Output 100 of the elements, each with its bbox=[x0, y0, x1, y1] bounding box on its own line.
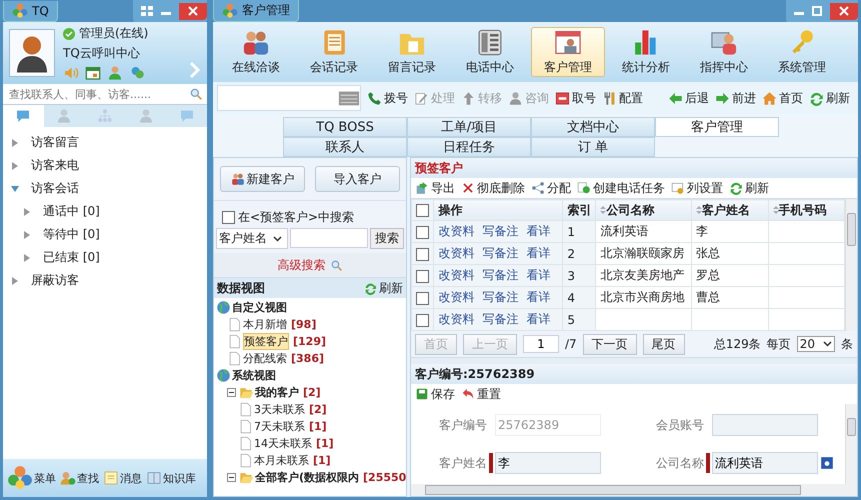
toolbar-button[interactable]: 导出 bbox=[415, 180, 455, 196]
right-triangle-icon[interactable] bbox=[11, 162, 19, 170]
pager-button[interactable]: 下一页 bbox=[582, 334, 637, 354]
page-field[interactable]: 1 bbox=[523, 335, 559, 353]
toolbar-button[interactable]: 刷新 bbox=[809, 90, 850, 106]
toolbar-button[interactable]: 彻底删除 bbox=[461, 180, 525, 196]
checkbox[interactable] bbox=[416, 314, 429, 327]
column-header[interactable]: 索引 bbox=[562, 200, 596, 220]
view-item[interactable]: 自定义视图 bbox=[232, 300, 287, 315]
minus-box-icon[interactable] bbox=[227, 388, 236, 397]
side-button[interactable]: 新建客户 bbox=[220, 166, 305, 192]
module-nav-button[interactable]: 留言记录 bbox=[375, 27, 449, 77]
advanced-search-link[interactable]: 高级搜索 bbox=[278, 256, 326, 274]
field-select[interactable]: 客户姓名 bbox=[216, 228, 288, 249]
panel-tab[interactable] bbox=[3, 105, 44, 127]
minus-box-icon[interactable] bbox=[227, 473, 236, 482]
row-link[interactable]: 改资料 bbox=[438, 268, 474, 282]
view-item[interactable]: 本月新增 bbox=[243, 317, 287, 332]
right-triangle-icon[interactable] bbox=[11, 138, 19, 146]
right-triangle-icon[interactable] bbox=[23, 230, 31, 238]
toolbar-button[interactable]: 保存 bbox=[415, 386, 455, 402]
bottom-bar-button[interactable]: 知识库 bbox=[146, 470, 196, 486]
form-field[interactable]: 流利英语 bbox=[712, 452, 818, 474]
right-triangle-icon[interactable] bbox=[23, 254, 31, 262]
row-link[interactable]: 看详 bbox=[526, 268, 550, 282]
view-item[interactable]: 预签客户 bbox=[243, 333, 289, 350]
bottom-bar-button[interactable]: 消息 bbox=[103, 470, 142, 486]
toolbar-button[interactable]: 分配 bbox=[531, 180, 571, 196]
scrollbar[interactable] bbox=[411, 484, 857, 496]
tree-item[interactable]: 等待中 [0] bbox=[43, 226, 100, 243]
checkbox[interactable] bbox=[222, 211, 235, 224]
view-item[interactable]: 7天未联系 bbox=[254, 419, 305, 434]
per-page-select[interactable]: 20 bbox=[796, 336, 835, 352]
row-link[interactable]: 写备注 bbox=[482, 290, 518, 304]
checkbox[interactable] bbox=[416, 270, 429, 283]
tree-item[interactable]: 已结束 [0] bbox=[43, 249, 100, 266]
right-triangle-icon[interactable] bbox=[23, 208, 31, 216]
tree-item[interactable]: 通话中 [0] bbox=[43, 203, 100, 220]
bottom-bar-button[interactable]: 查找 bbox=[60, 470, 99, 486]
module-nav-button[interactable]: 客户管理 bbox=[531, 27, 605, 77]
search-field[interactable] bbox=[290, 228, 368, 248]
grid-icon[interactable] bbox=[141, 6, 153, 16]
toolbar-button[interactable]: 配置 bbox=[602, 90, 643, 106]
column-header[interactable]: 公司名称 bbox=[596, 200, 692, 220]
row-link[interactable]: 改资料 bbox=[438, 224, 474, 238]
module-nav-button[interactable]: 会话记录 bbox=[297, 27, 371, 77]
row-link[interactable]: 看详 bbox=[526, 224, 550, 238]
dial-field[interactable] bbox=[217, 85, 361, 111]
toolbar-button[interactable]: 刷新 bbox=[729, 180, 769, 196]
checkbox[interactable] bbox=[416, 248, 429, 261]
tree-item[interactable]: 访客来电 bbox=[31, 157, 79, 174]
module-tab[interactable]: 日程任务 bbox=[407, 137, 531, 157]
module-tab[interactable]: TQ BOSS bbox=[283, 117, 407, 137]
chevron-right-icon[interactable] bbox=[189, 62, 201, 78]
toolbar-button[interactable]: 前进 bbox=[715, 90, 756, 106]
row-link[interactable]: 改资料 bbox=[438, 312, 474, 326]
module-tab[interactable]: 联系人 bbox=[283, 137, 407, 157]
scrollbar[interactable] bbox=[845, 199, 857, 331]
tree-item[interactable]: 访客留言 bbox=[31, 134, 79, 151]
module-tab[interactable]: 文档中心 bbox=[531, 117, 655, 137]
pager-button[interactable]: 尾页 bbox=[642, 334, 685, 354]
module-nav-button[interactable]: 电话中心 bbox=[453, 27, 527, 77]
refresh-button[interactable]: 刷新 bbox=[364, 280, 403, 296]
toolbar-button[interactable]: 列设置 bbox=[671, 180, 723, 196]
column-header[interactable]: 手机号码 bbox=[768, 200, 844, 220]
scrollbar[interactable] bbox=[845, 404, 857, 484]
close-button[interactable] bbox=[830, 2, 858, 20]
checkbox[interactable] bbox=[416, 226, 429, 239]
contact-search-field[interactable]: 查找联系人、同事、访客...... bbox=[3, 84, 207, 105]
view-item[interactable]: 3天未联系 bbox=[254, 402, 305, 417]
form-field[interactable] bbox=[712, 414, 818, 436]
row-link[interactable]: 写备注 bbox=[482, 268, 518, 282]
window-tab[interactable]: 客户管理 bbox=[213, 0, 299, 22]
down-triangle-icon[interactable] bbox=[11, 184, 19, 192]
row-link[interactable]: 看详 bbox=[526, 312, 550, 326]
search-button[interactable]: 搜索 bbox=[370, 228, 404, 249]
row-link[interactable]: 写备注 bbox=[482, 312, 518, 326]
row-link[interactable]: 看详 bbox=[526, 246, 550, 260]
view-item[interactable]: 分配线索 bbox=[243, 351, 287, 366]
module-tab[interactable]: 客户管理 bbox=[655, 117, 779, 137]
bottom-bar-button[interactable]: 菜单 bbox=[7, 465, 56, 491]
view-item[interactable]: 14天未联系 bbox=[254, 436, 312, 451]
view-item[interactable]: 系统视图 bbox=[232, 368, 276, 383]
checkbox[interactable] bbox=[416, 292, 429, 305]
view-item[interactable]: 全部客户(数据权限内 bbox=[255, 470, 360, 485]
view-item[interactable]: 本月未联系 bbox=[254, 453, 309, 468]
module-nav-button[interactable]: 系统管理 bbox=[765, 27, 839, 77]
checkbox[interactable] bbox=[416, 204, 429, 218]
tree-item[interactable]: 访客会话 bbox=[31, 180, 79, 197]
module-tab[interactable]: 工单/项目 bbox=[407, 117, 531, 137]
close-button[interactable] bbox=[179, 2, 207, 20]
splitter-handle[interactable] bbox=[411, 357, 857, 364]
column-header[interactable]: 客户姓名 bbox=[692, 200, 768, 220]
toolbar-button[interactable]: 首页 bbox=[762, 90, 803, 106]
toolbar-button[interactable]: 重置 bbox=[461, 386, 501, 402]
right-triangle-icon[interactable] bbox=[11, 276, 19, 284]
row-link[interactable]: 改资料 bbox=[438, 246, 474, 260]
window-tab[interactable]: TQ bbox=[3, 0, 58, 22]
toolbar-button[interactable]: 拨号 bbox=[367, 90, 408, 106]
maximize-icon[interactable] bbox=[812, 6, 822, 16]
